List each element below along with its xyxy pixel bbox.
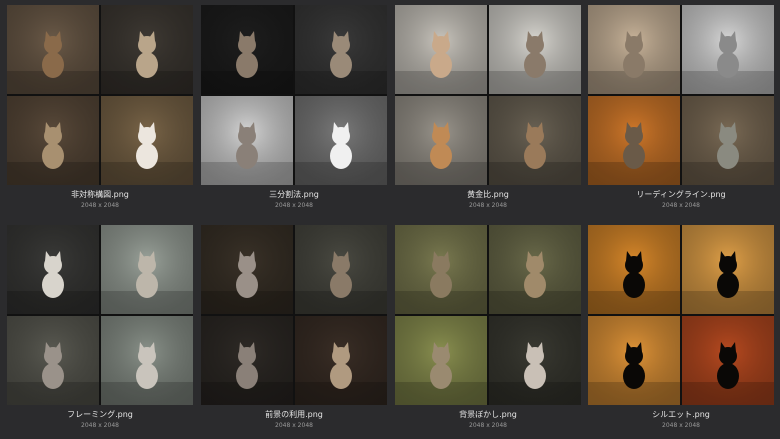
- thumbnail-card[interactable]: フレーミング.png 2048 x 2048: [7, 225, 193, 435]
- image-dimensions: 2048 x 2048: [81, 422, 119, 429]
- kitten-photo: [395, 316, 487, 405]
- kitten-photo: [489, 316, 581, 405]
- thumbnail-card[interactable]: シルエット.png 2048 x 2048: [588, 225, 774, 435]
- image-quadrant: [395, 225, 487, 314]
- image-quadrant: [7, 316, 99, 405]
- image-quadrant: [489, 316, 581, 405]
- kitten-photo: [489, 5, 581, 94]
- file-name: シルエット.png: [652, 410, 710, 419]
- file-name: 三分割法.png: [269, 190, 319, 199]
- image-quadrant: [101, 96, 193, 185]
- image-quadrant: [295, 316, 387, 405]
- kitten-photo: [295, 96, 387, 185]
- thumbnail-card[interactable]: 黄金比.png 2048 x 2048: [395, 5, 581, 215]
- thumbnail-image[interactable]: [395, 5, 581, 185]
- kitten-photo: [295, 316, 387, 405]
- kitten-photo: [201, 5, 293, 94]
- kitten-photo: [395, 96, 487, 185]
- image-quadrant: [7, 225, 99, 314]
- kitten-photo: [101, 5, 193, 94]
- image-quadrant: [682, 96, 774, 185]
- image-quadrant: [101, 5, 193, 94]
- kitten-photo: [7, 225, 99, 314]
- image-quadrant: [682, 225, 774, 314]
- kitten-photo: [7, 96, 99, 185]
- file-name: リーディングライン.png: [636, 190, 726, 199]
- image-dimensions: 2048 x 2048: [469, 202, 507, 209]
- thumbnail-card[interactable]: リーディングライン.png 2048 x 2048: [588, 5, 774, 215]
- image-quadrant: [7, 5, 99, 94]
- thumbnail-image[interactable]: [588, 225, 774, 405]
- kitten-photo: [201, 316, 293, 405]
- thumbnail-image[interactable]: [395, 225, 581, 405]
- thumbnail-image[interactable]: [588, 5, 774, 185]
- image-quadrant: [201, 5, 293, 94]
- image-dimensions: 2048 x 2048: [275, 422, 313, 429]
- image-dimensions: 2048 x 2048: [662, 422, 700, 429]
- kitten-photo: [588, 225, 680, 314]
- kitten-photo: [295, 5, 387, 94]
- thumbnail-image[interactable]: [7, 225, 193, 405]
- image-quadrant: [395, 316, 487, 405]
- image-quadrant: [489, 5, 581, 94]
- kitten-photo: [489, 96, 581, 185]
- kitten-photo: [588, 96, 680, 185]
- image-quadrant: [682, 316, 774, 405]
- kitten-photo: [395, 5, 487, 94]
- kitten-photo: [682, 96, 774, 185]
- thumbnail-image[interactable]: [201, 225, 387, 405]
- file-name: 前景の利用.png: [265, 410, 323, 419]
- image-quadrant: [7, 96, 99, 185]
- image-quadrant: [588, 5, 680, 94]
- kitten-photo: [201, 225, 293, 314]
- image-quadrant: [201, 96, 293, 185]
- image-quadrant: [101, 316, 193, 405]
- image-dimensions: 2048 x 2048: [275, 202, 313, 209]
- file-name: 黄金比.png: [467, 190, 509, 199]
- file-name: フレーミング.png: [67, 410, 133, 419]
- image-quadrant: [101, 225, 193, 314]
- kitten-photo: [101, 225, 193, 314]
- image-quadrant: [682, 5, 774, 94]
- image-quadrant: [295, 96, 387, 185]
- file-name: 背景ぼかし.png: [459, 410, 517, 419]
- kitten-photo: [682, 316, 774, 405]
- image-quadrant: [588, 225, 680, 314]
- image-quadrant: [588, 96, 680, 185]
- image-quadrant: [395, 96, 487, 185]
- kitten-photo: [201, 96, 293, 185]
- image-quadrant: [295, 5, 387, 94]
- thumbnail-card[interactable]: 非対称構図.png 2048 x 2048: [7, 5, 193, 215]
- image-quadrant: [295, 225, 387, 314]
- image-grid: 非対称構図.png 2048 x 2048 三分割法.png 2048 x 2048 黄…: [0, 0, 780, 439]
- thumbnail-image[interactable]: [7, 5, 193, 185]
- image-quadrant: [395, 5, 487, 94]
- kitten-photo: [7, 316, 99, 405]
- thumbnail-image[interactable]: [201, 5, 387, 185]
- image-quadrant: [201, 225, 293, 314]
- kitten-photo: [101, 96, 193, 185]
- kitten-photo: [588, 5, 680, 94]
- image-quadrant: [489, 225, 581, 314]
- file-name: 非対称構図.png: [71, 190, 129, 199]
- kitten-photo: [682, 5, 774, 94]
- kitten-photo: [7, 5, 99, 94]
- thumbnail-card[interactable]: 三分割法.png 2048 x 2048: [201, 5, 387, 215]
- kitten-photo: [395, 225, 487, 314]
- kitten-photo: [489, 225, 581, 314]
- image-dimensions: 2048 x 2048: [469, 422, 507, 429]
- image-dimensions: 2048 x 2048: [662, 202, 700, 209]
- thumbnail-card[interactable]: 背景ぼかし.png 2048 x 2048: [395, 225, 581, 435]
- kitten-photo: [101, 316, 193, 405]
- kitten-photo: [682, 225, 774, 314]
- image-dimensions: 2048 x 2048: [81, 202, 119, 209]
- thumbnail-card[interactable]: 前景の利用.png 2048 x 2048: [201, 225, 387, 435]
- kitten-photo: [588, 316, 680, 405]
- image-quadrant: [201, 316, 293, 405]
- image-quadrant: [588, 316, 680, 405]
- kitten-photo: [295, 225, 387, 314]
- image-quadrant: [489, 96, 581, 185]
